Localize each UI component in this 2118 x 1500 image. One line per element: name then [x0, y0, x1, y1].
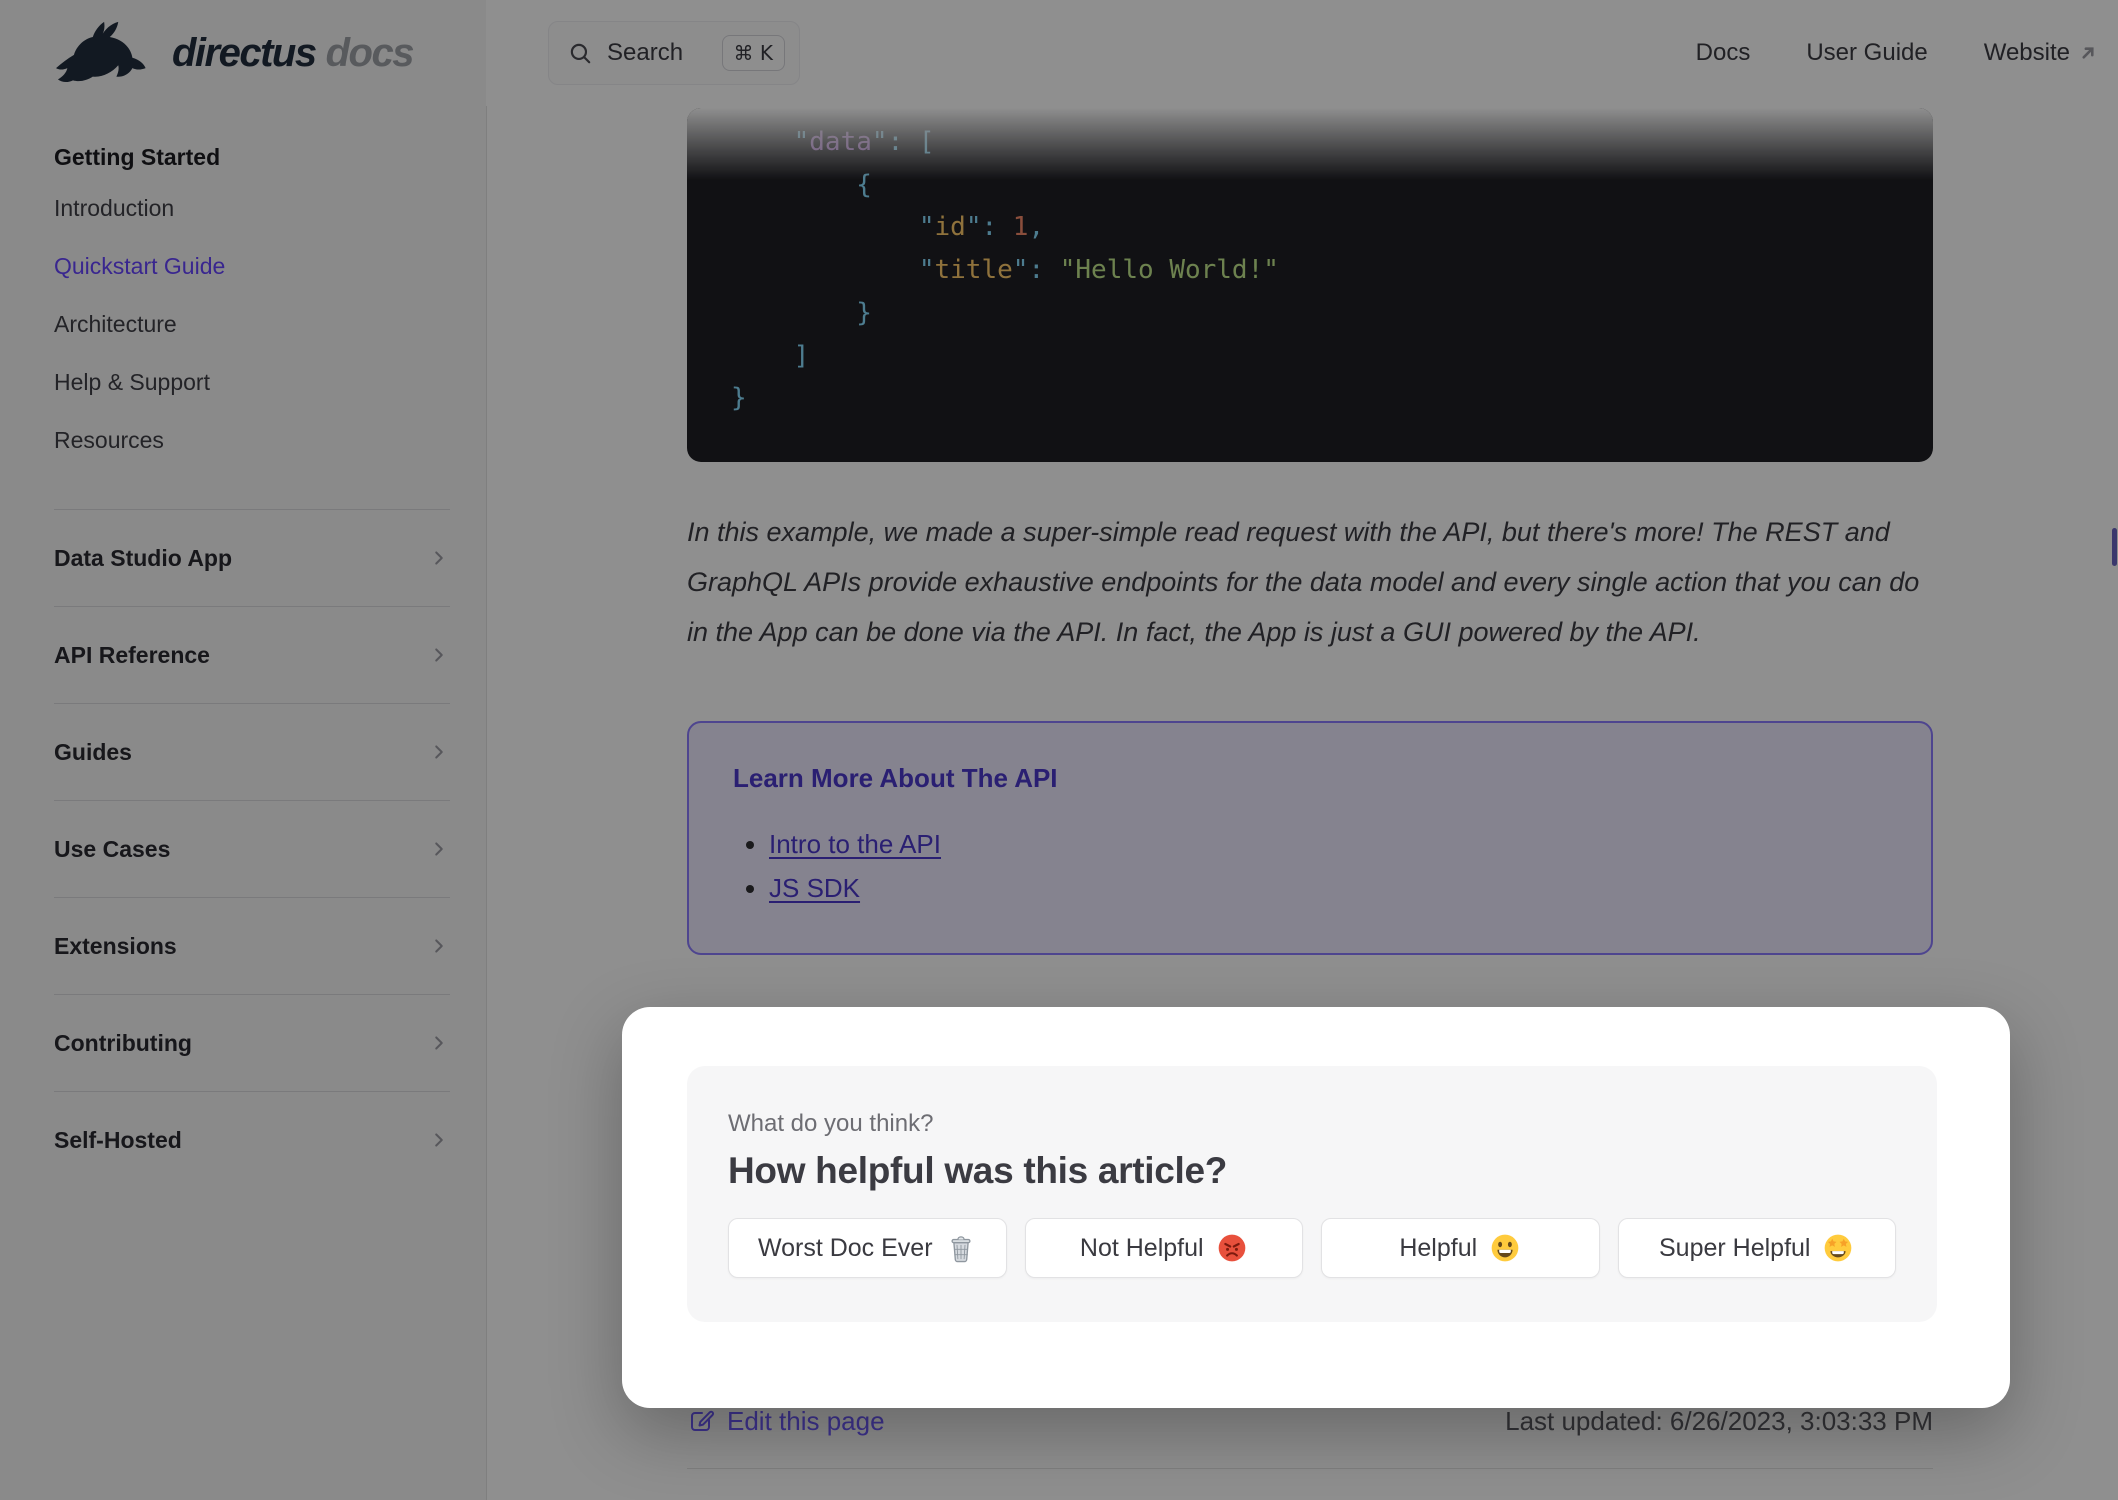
feedback-option-super-helpful[interactable]: Super Helpful	[1617, 1218, 1896, 1278]
wastebasket-emoji	[950, 1236, 971, 1263]
feedback-kicker: What do you think?	[728, 1110, 934, 1137]
feedback-option-worst-doc-ever[interactable]: Worst Doc Ever	[728, 1218, 1007, 1278]
feedback-card: What do you think? How helpful was this …	[687, 1066, 1937, 1322]
feedback-option-label: Not Helpful	[1079, 1233, 1204, 1262]
angry-face-emoji	[1218, 1234, 1245, 1262]
feedback-option-helpful[interactable]: Helpful	[1321, 1218, 1600, 1278]
feedback-option-label: Super Helpful	[1659, 1233, 1811, 1262]
feedback-spotlight: What do you think? How helpful was this …	[622, 1007, 2010, 1408]
feedback-option-not-helpful[interactable]: Not Helpful	[1024, 1218, 1303, 1278]
feedback-option-label: Helpful	[1399, 1233, 1478, 1262]
grinning-face-emoji	[1491, 1234, 1519, 1262]
page: directus docs Getting Started Introductio…	[0, 0, 2118, 1500]
star-struck-emoji	[1825, 1234, 1852, 1262]
feedback-question: How helpful was this article?	[728, 1150, 1228, 1191]
feedback-option-label: Worst Doc Ever	[757, 1233, 933, 1262]
feedback-options: Worst Doc Ever Not Helpful Helpful Super He…	[728, 1218, 1896, 1278]
